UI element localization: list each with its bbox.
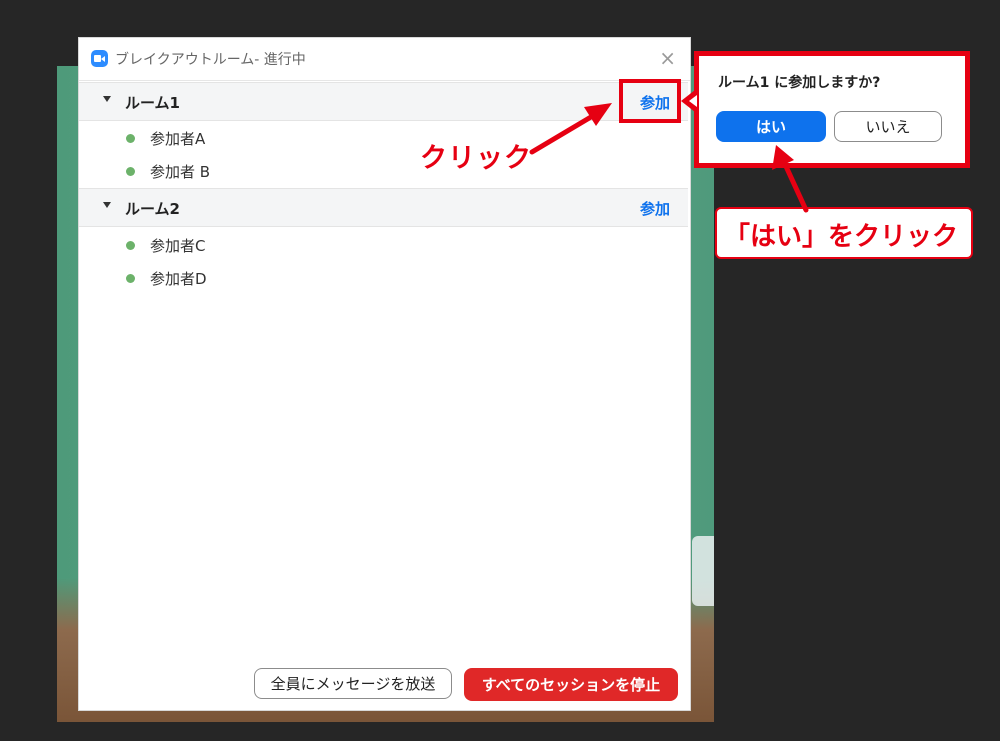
- participant-item: 参加者 B: [79, 157, 679, 185]
- room-name: ルーム1: [125, 94, 180, 112]
- participant-name: 参加者C: [150, 237, 206, 255]
- status-dot-icon: [126, 241, 135, 250]
- status-dot-icon: [126, 274, 135, 283]
- yes-button[interactable]: はい: [716, 111, 826, 142]
- participant-name: 参加者A: [150, 130, 206, 148]
- status-dot-icon: [126, 167, 135, 176]
- collapse-caret-icon[interactable]: [103, 202, 111, 208]
- join-highlight-box: [619, 79, 681, 123]
- collapse-caret-icon[interactable]: [103, 96, 111, 102]
- breakout-rooms-window: ブレイクアウトルーム- 進行中 × ルーム1 参加 参加者A 参加者 B ルーム…: [79, 38, 690, 710]
- title-bar: ブレイクアウトルーム- 進行中 ×: [79, 38, 690, 81]
- room-name: ルーム2: [125, 200, 180, 218]
- room-header-2[interactable]: ルーム2 参加: [79, 188, 688, 227]
- stop-all-sessions-button[interactable]: すべてのセッションを停止: [464, 668, 678, 701]
- join-room-2-button[interactable]: 参加: [640, 198, 670, 219]
- close-icon[interactable]: ×: [659, 48, 676, 68]
- window-title: ブレイクアウトルーム- 進行中: [115, 52, 306, 68]
- click-annotation: クリック: [420, 143, 532, 174]
- arrow-to-yes: [781, 159, 809, 213]
- participant-name: 参加者 B: [150, 163, 211, 181]
- yes-annotation: 「はい」をクリック: [724, 222, 959, 252]
- background-object: [692, 536, 714, 606]
- participant-item: 参加者C: [79, 231, 679, 259]
- participant-item: 参加者D: [79, 264, 679, 292]
- no-button[interactable]: いいえ: [834, 111, 942, 142]
- broadcast-message-button[interactable]: 全員にメッセージを放送: [254, 668, 452, 699]
- popup-question: ルーム1 に参加しますか?: [718, 75, 881, 91]
- zoom-app-icon: [91, 50, 108, 67]
- participant-item: 参加者A: [79, 124, 679, 152]
- join-confirm-popup: [694, 51, 970, 168]
- room-header-1[interactable]: ルーム1 参加: [79, 82, 688, 121]
- status-dot-icon: [126, 134, 135, 143]
- popup-pointer-inner: [689, 95, 697, 107]
- participant-name: 参加者D: [150, 270, 207, 288]
